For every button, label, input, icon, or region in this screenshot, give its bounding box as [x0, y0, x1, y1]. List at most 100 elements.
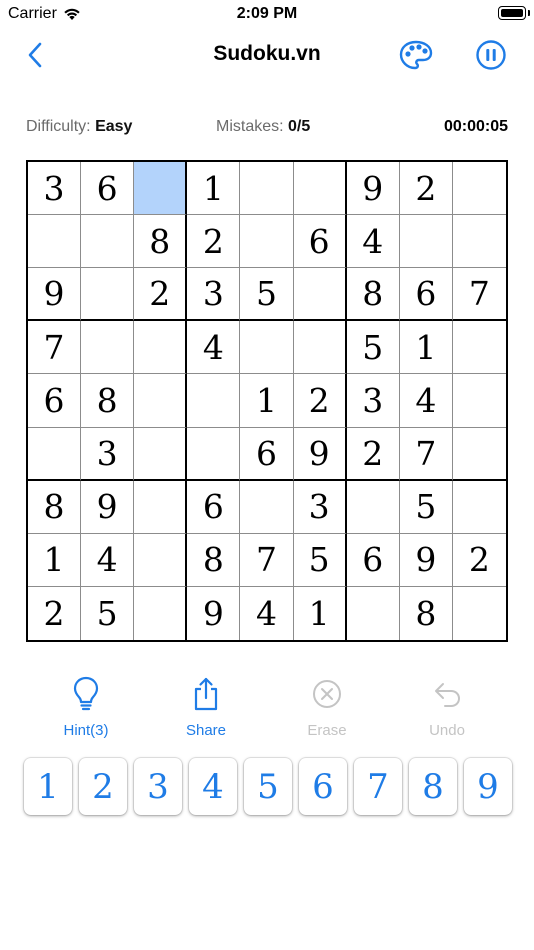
number-key-3[interactable]: 3 — [134, 758, 182, 815]
sudoku-cell[interactable] — [28, 215, 82, 269]
sudoku-cell[interactable] — [240, 321, 294, 375]
number-key-2[interactable]: 2 — [79, 758, 127, 815]
sudoku-cell[interactable] — [452, 321, 506, 375]
sudoku-cell[interactable]: 7 — [452, 268, 506, 322]
sudoku-cell[interactable]: 5 — [346, 321, 400, 375]
sudoku-cell[interactable] — [81, 321, 135, 375]
sudoku-cell[interactable]: 8 — [346, 268, 400, 322]
sudoku-cell[interactable]: 2 — [399, 162, 453, 216]
sudoku-cell[interactable]: 2 — [346, 427, 400, 481]
sudoku-cell[interactable] — [81, 215, 135, 269]
sudoku-cell[interactable]: 9 — [28, 268, 82, 322]
number-key-8[interactable]: 8 — [409, 758, 457, 815]
sudoku-cell[interactable]: 6 — [81, 162, 135, 216]
sudoku-cell[interactable]: 9 — [399, 533, 453, 587]
sudoku-cell[interactable] — [452, 428, 506, 481]
sudoku-cell[interactable]: 9 — [293, 427, 347, 481]
sudoku-cell[interactable] — [293, 321, 347, 375]
sudoku-cell[interactable]: 1 — [294, 586, 347, 640]
sudoku-cell[interactable]: 4 — [240, 586, 294, 640]
sudoku-cell[interactable]: 1 — [28, 533, 82, 587]
sudoku-cell[interactable] — [134, 162, 188, 216]
sudoku-cell[interactable] — [240, 215, 294, 269]
sudoku-cell[interactable]: 8 — [187, 533, 241, 587]
sudoku-cell[interactable]: 1 — [187, 162, 241, 216]
hint-button[interactable]: Hint(3) — [36, 672, 136, 739]
sudoku-cell[interactable]: 8 — [134, 215, 188, 269]
sudoku-cell[interactable] — [28, 427, 82, 481]
sudoku-cell[interactable]: 8 — [28, 480, 82, 534]
sudoku-cell[interactable]: 7 — [399, 427, 453, 481]
sudoku-cell[interactable]: 8 — [400, 586, 453, 640]
sudoku-cell[interactable]: 4 — [187, 321, 241, 375]
sudoku-cell[interactable]: 8 — [81, 374, 135, 428]
sudoku-cell[interactable]: 5 — [81, 586, 135, 640]
sudoku-cell[interactable]: 5 — [399, 480, 453, 534]
undo-button[interactable]: Undo — [397, 672, 497, 739]
sudoku-cell[interactable]: 4 — [346, 215, 400, 269]
sudoku-cell[interactable]: 9 — [187, 586, 241, 640]
erase-icon — [313, 680, 341, 708]
sudoku-cell[interactable] — [346, 480, 400, 534]
number-key-5[interactable]: 5 — [244, 758, 292, 815]
lightbulb-icon — [73, 676, 99, 711]
sudoku-cell[interactable]: 3 — [28, 162, 82, 216]
sudoku-cell[interactable]: 7 — [28, 321, 82, 375]
sudoku-cell[interactable] — [399, 215, 453, 269]
sudoku-cell[interactable]: 6 — [187, 480, 241, 534]
sudoku-cell[interactable] — [293, 162, 347, 216]
sudoku-cell[interactable]: 6 — [346, 533, 400, 587]
sudoku-cell[interactable]: 9 — [81, 480, 135, 534]
sudoku-cell[interactable]: 5 — [293, 533, 347, 587]
sudoku-cell[interactable] — [293, 268, 347, 322]
sudoku-cell[interactable] — [134, 533, 188, 587]
number-key-9[interactable]: 9 — [464, 758, 512, 815]
sudoku-cell[interactable]: 9 — [346, 162, 400, 216]
sudoku-cell[interactable] — [134, 321, 188, 375]
sudoku-cell[interactable] — [453, 587, 506, 640]
difficulty-label: Difficulty: — [26, 118, 91, 135]
number-key-7[interactable]: 7 — [354, 758, 402, 815]
sudoku-cell[interactable]: 6 — [399, 268, 453, 322]
sudoku-cell[interactable]: 2 — [28, 586, 82, 640]
sudoku-cell[interactable]: 4 — [399, 374, 453, 428]
sudoku-cell[interactable] — [187, 374, 241, 428]
number-key-1[interactable]: 1 — [24, 758, 72, 815]
sudoku-cell[interactable]: 7 — [240, 533, 294, 587]
sudoku-cell[interactable]: 2 — [134, 268, 188, 322]
sudoku-cell[interactable] — [81, 268, 135, 322]
sudoku-cell[interactable] — [452, 215, 506, 269]
sudoku-cell[interactable] — [452, 481, 506, 534]
erase-button[interactable]: Erase — [277, 672, 377, 739]
sudoku-cell[interactable]: 6 — [293, 215, 347, 269]
sudoku-cell[interactable] — [240, 480, 294, 534]
sudoku-cell[interactable]: 6 — [240, 427, 294, 481]
sudoku-cell[interactable] — [134, 480, 188, 534]
sudoku-cell[interactable]: 2 — [452, 534, 506, 587]
pause-button[interactable] — [474, 38, 508, 72]
sudoku-cell[interactable]: 3 — [187, 268, 241, 322]
sudoku-cell[interactable]: 6 — [28, 374, 82, 428]
number-key-6[interactable]: 6 — [299, 758, 347, 815]
sudoku-cell[interactable] — [134, 586, 188, 640]
sudoku-cell[interactable]: 3 — [81, 427, 135, 481]
sudoku-cell[interactable] — [187, 427, 241, 481]
sudoku-cell[interactable]: 2 — [187, 215, 241, 269]
sudoku-cell[interactable] — [452, 374, 506, 428]
sudoku-cell[interactable]: 2 — [293, 374, 347, 428]
sudoku-cell[interactable]: 4 — [81, 533, 135, 587]
sudoku-cell[interactable] — [134, 374, 188, 428]
theme-button[interactable] — [398, 38, 434, 72]
sudoku-cell[interactable]: 1 — [399, 321, 453, 375]
sudoku-cell[interactable] — [452, 162, 506, 216]
sudoku-cell[interactable] — [240, 162, 294, 216]
sudoku-cell[interactable]: 5 — [240, 268, 294, 322]
share-button[interactable]: Share — [156, 672, 256, 739]
number-key-4[interactable]: 4 — [189, 758, 237, 815]
sudoku-board: 3619282649235867745168123436927896351487… — [26, 160, 508, 642]
sudoku-cell[interactable]: 1 — [240, 374, 294, 428]
sudoku-cell[interactable]: 3 — [346, 374, 400, 428]
sudoku-cell[interactable] — [134, 427, 188, 481]
sudoku-cell[interactable] — [347, 586, 400, 640]
sudoku-cell[interactable]: 3 — [293, 480, 347, 534]
